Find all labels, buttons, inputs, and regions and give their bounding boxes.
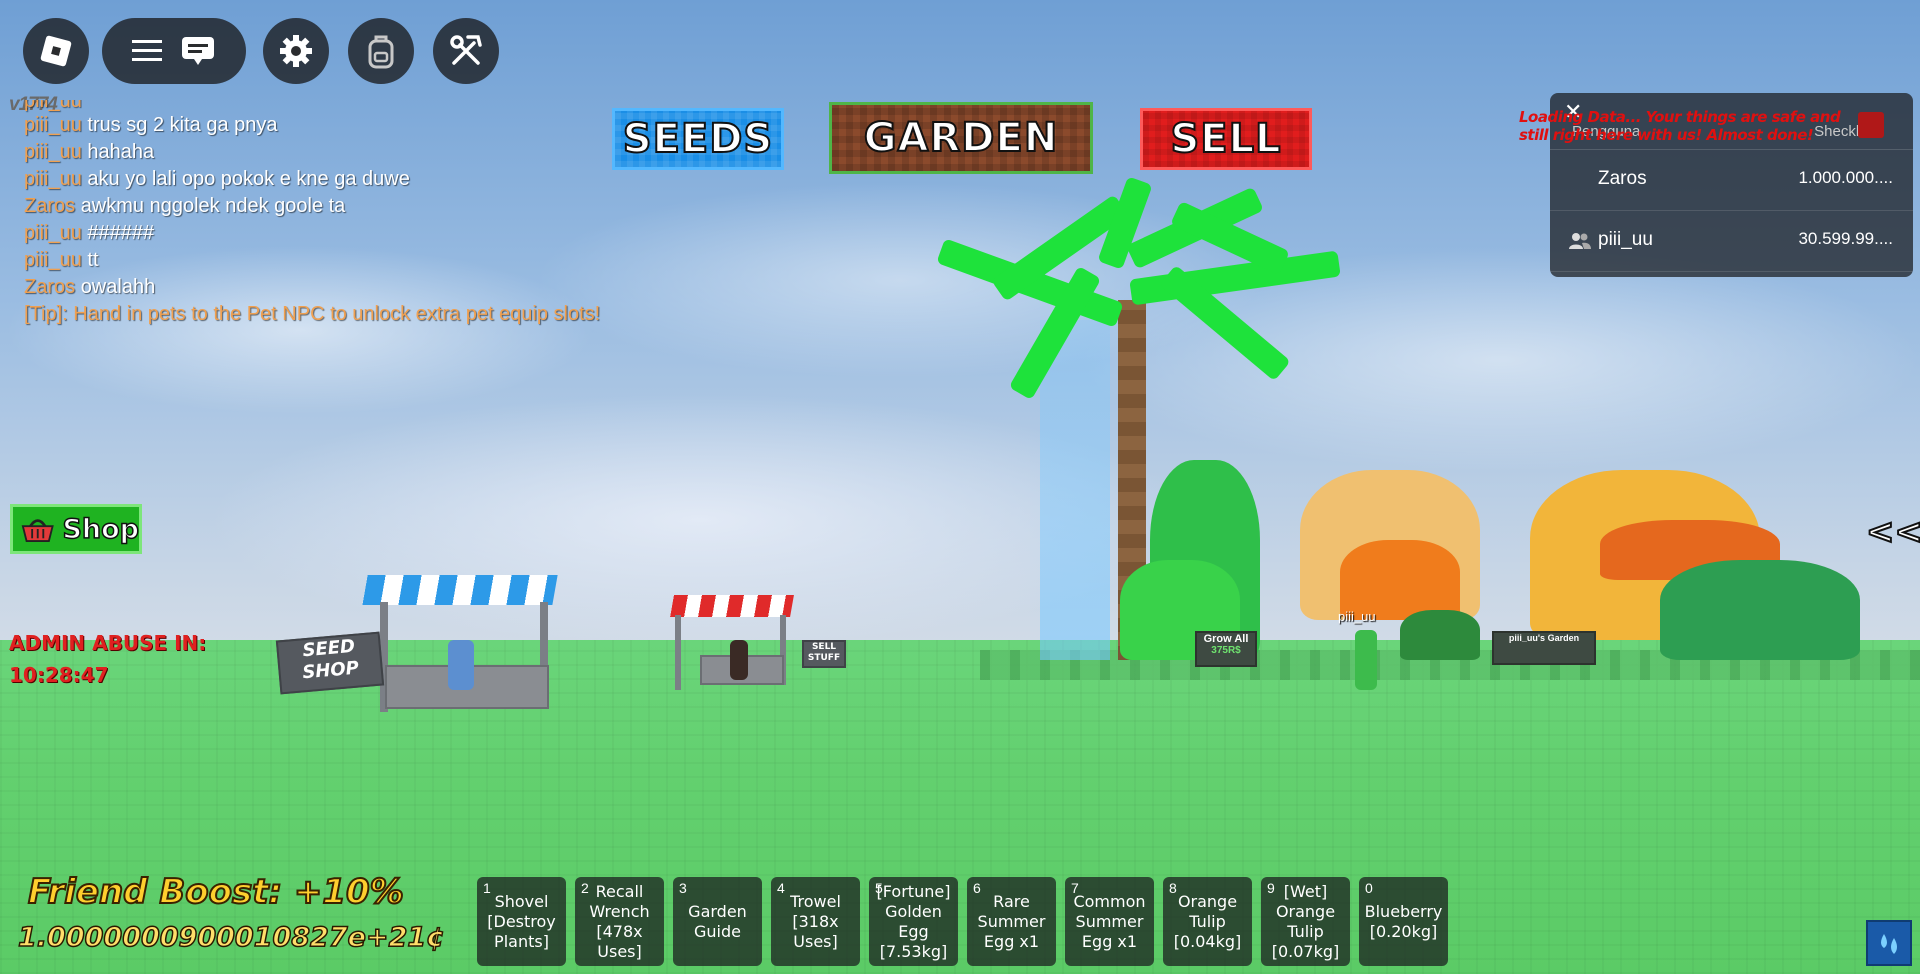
roblox-logo-icon (40, 35, 72, 67)
grow-all-sign[interactable]: Grow All 375R$ (1195, 631, 1257, 667)
basket-icon (21, 519, 54, 543)
slot-number: 9 (1267, 880, 1275, 896)
leaderboard-player-value: 1.000.000.... (1798, 168, 1893, 187)
admin-abuse-timer: 10:28:47 (9, 663, 109, 687)
player-garden-sign-text: piii_uu's Garden (1508, 633, 1580, 643)
player-garden-sign: piii_uu's Garden (1492, 631, 1596, 665)
backpack-icon (368, 35, 394, 69)
chat-username[interactable]: Zaros (24, 276, 75, 298)
slot-label: Orange Tulip [0.04kg] (1173, 891, 1242, 951)
chat-text: awkmu nggolek ndek goole ta (80, 195, 346, 217)
chat-message: piii_uu aku yo lali opo pokok e kne ga d… (24, 166, 744, 193)
admin-abuse-label: ADMIN ABUSE IN: (9, 631, 207, 655)
slot-label: Blueberry [0.20kg] (1364, 901, 1443, 941)
slot-label: Garden Guide (688, 901, 747, 941)
leaderboard-player-value: 30.599.99.... (1798, 229, 1893, 248)
chat-tip: [Tip]: Hand in pets to the Pet NPC to un… (24, 303, 601, 325)
slot-label: Rare Summer Egg x1 (977, 891, 1046, 951)
leaderboard-row[interactable]: piii_uu 30.599.99.... (1550, 211, 1913, 272)
garden-plant (1400, 610, 1480, 660)
garden-plant (1340, 540, 1460, 620)
roblox-menu-button[interactable] (23, 18, 89, 84)
water-drops-icon (1881, 934, 1897, 954)
collapse-panel-button[interactable]: << (1865, 511, 1920, 553)
hotbar-slot[interactable]: 3 Garden Guide (673, 877, 762, 966)
slot-number: 8 (1169, 880, 1177, 896)
seeds-button[interactable]: SEEDS (612, 108, 784, 170)
slot-number: 5 (875, 880, 883, 896)
chat-text: ###### (87, 222, 155, 244)
hotbar-slot[interactable]: 4 Trowel [318x Uses] (771, 877, 860, 966)
build-tools-button[interactable] (433, 18, 499, 84)
slot-label: Trowel [318x Uses] (790, 891, 841, 951)
hotbar-slot[interactable]: 5 [Fortune] Golden Egg [7.53kg] (869, 877, 958, 966)
hotbar: 1 Shovel [Destroy Plants] 2 Recall Wrench … (477, 877, 1448, 966)
sell-button[interactable]: SELL (1140, 108, 1312, 170)
shop-label: Shop (62, 513, 140, 546)
chat-text: hahaha (87, 141, 155, 163)
friend-boost-label: Friend Boost: +10% (27, 871, 405, 913)
chat-text: aku yo lali opo pokok e kne ga duwe (87, 168, 410, 190)
admin-abuse-countdown: ADMIN ABUSE IN: 10:28:47 (9, 627, 206, 691)
slot-number: 1 (483, 880, 491, 896)
leaderboard-player-name: Zaros (1598, 168, 1647, 189)
slot-number: 3 (679, 880, 687, 896)
slot-number: 6 (973, 880, 981, 896)
chat-message: Zaros owalahh (24, 274, 744, 301)
slot-label: Common Summer Egg x1 (1073, 891, 1146, 951)
chat-username[interactable]: piii_uu (24, 249, 82, 271)
chat-message: piii_uu tt (24, 247, 744, 274)
garden-button[interactable]: GARDEN (829, 102, 1093, 174)
sprinkler-effect (1040, 320, 1110, 660)
chat-text: trus sg 2 kita ga pnya (87, 114, 278, 136)
chat-username[interactable]: piii_uu (24, 114, 82, 136)
hotbar-slot[interactable]: 7 Common Summer Egg x1 (1065, 877, 1154, 966)
chat-text: owalahh (80, 276, 156, 298)
hotbar-slot[interactable]: 1 Shovel [Destroy Plants] (477, 877, 566, 966)
hammer-wrench-icon (450, 35, 482, 65)
chat-icon (182, 37, 214, 65)
chat-message: piii_uu ###### (24, 220, 744, 247)
hotbar-slot[interactable]: 6 Rare Summer Egg x1 (967, 877, 1056, 966)
gear-icon (280, 35, 312, 67)
hamburger-menu-button[interactable] (132, 38, 162, 64)
chat-text: tt (87, 249, 99, 271)
chat-username[interactable]: Zaros (24, 195, 75, 217)
chat-message: Zaros awkmu nggolek ndek goole ta (24, 193, 744, 220)
watering-button[interactable] (1866, 920, 1912, 966)
slot-number: 0 (1365, 880, 1373, 896)
chat-username[interactable]: piii_uu (24, 222, 82, 244)
grow-all-price: 375R$ (1211, 645, 1241, 656)
player-name-tag: piii_uu (1338, 609, 1376, 624)
settings-button[interactable] (263, 18, 329, 84)
hotbar-slot[interactable]: 2 Recall Wrench [478x Uses] (575, 877, 664, 966)
seed-shop-sign: SEED SHOP (275, 631, 385, 695)
leaderboard-row[interactable]: Zaros 1.000.000.... (1550, 150, 1913, 211)
hamburger-icon (132, 40, 162, 61)
chat-username[interactable]: piii_uu (24, 168, 82, 190)
player-avatar (1355, 630, 1377, 690)
slot-number: 2 (581, 880, 589, 896)
hotbar-slot[interactable]: 0 Blueberry [0.20kg] (1359, 877, 1448, 966)
menu-chat-group (102, 18, 246, 84)
friends-icon (1569, 233, 1591, 249)
sell-stuff-sign: SELL STUFF (802, 640, 846, 668)
loading-data-message: Loading Data... Your things are safe and… (1519, 108, 1841, 144)
chat-username[interactable]: piii_uu (24, 141, 82, 163)
backpack-button[interactable] (348, 18, 414, 84)
hotbar-slot[interactable]: 9 [Wet] Orange Tulip [0.07kg] (1261, 877, 1350, 966)
slot-number: 7 (1071, 880, 1079, 896)
leaderboard-player-name: piii_uu (1598, 229, 1653, 250)
shop-button[interactable]: Shop (10, 504, 142, 554)
hotbar-slot[interactable]: 8 Orange Tulip [0.04kg] (1163, 877, 1252, 966)
slot-number: 4 (777, 880, 785, 896)
sheckles-balance: 1.0000000900010827e+21¢ (17, 921, 445, 954)
save-icon (1858, 112, 1884, 138)
garden-plant (1660, 560, 1860, 660)
chat-button[interactable] (180, 35, 216, 67)
grow-all-label: Grow All (1203, 633, 1249, 645)
slot-label: Shovel [Destroy Plants] (487, 891, 556, 951)
